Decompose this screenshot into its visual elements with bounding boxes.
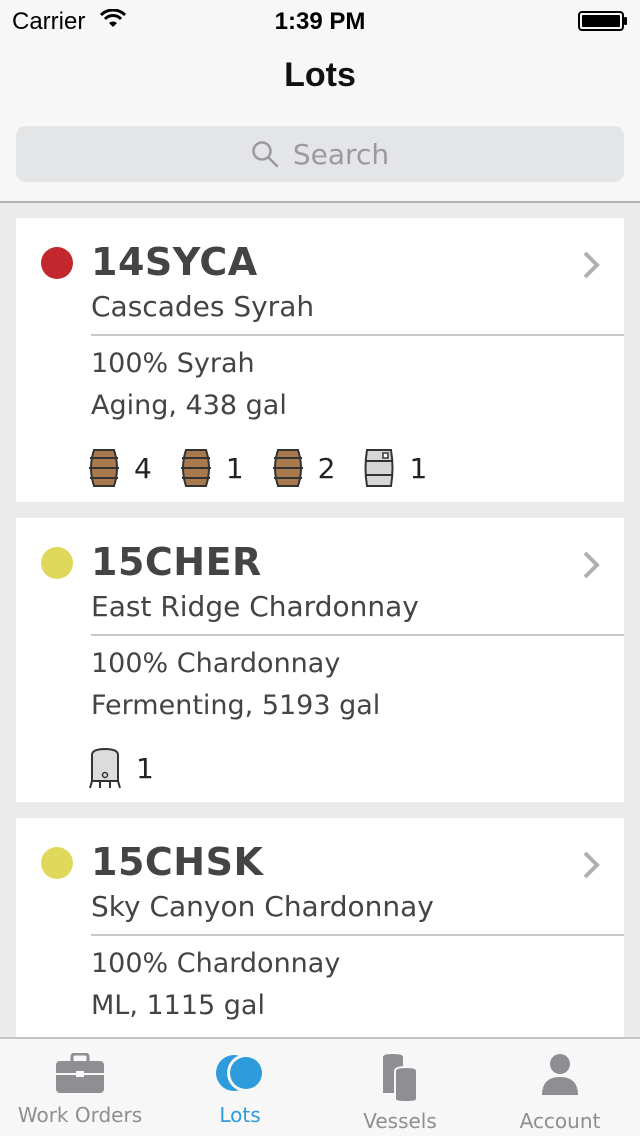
status-dot: [41, 847, 73, 879]
vessel-summary: 1: [88, 746, 182, 790]
tab-vessels[interactable]: Vessels: [320, 1039, 480, 1136]
barrel-icon: [89, 449, 119, 487]
lot-name: Cascades Syrah: [91, 290, 315, 323]
search-placeholder: Search: [292, 137, 390, 171]
lot-list[interactable]: 14SYCA Cascades Syrah 100% Syrah Aging, …: [0, 203, 640, 1037]
tab-lots[interactable]: Lots: [160, 1039, 320, 1136]
tab-label: Vessels: [363, 1109, 437, 1133]
lot-code: 15CHER: [91, 540, 262, 584]
lot-status: ML, 1115 gal: [91, 990, 265, 1021]
tab-label: Work Orders: [17, 1103, 143, 1127]
lot-composition: 100% Chardonnay: [91, 948, 341, 979]
page-title: Lots: [284, 56, 356, 94]
status-dot: [41, 247, 73, 279]
vessel-item: 1: [180, 448, 244, 488]
vessel-count: 4: [134, 451, 152, 485]
barrel-icon: [272, 449, 303, 487]
lots-icon: [216, 1054, 265, 1092]
barrel-icon: [180, 449, 211, 487]
status-time: 1:39 PM: [274, 8, 366, 35]
chevron-right-icon: [583, 551, 600, 579]
tank-icon: [89, 747, 121, 789]
vessel-count: 1: [136, 751, 154, 785]
tab-account[interactable]: Account: [480, 1039, 640, 1136]
vessel-item: 1: [88, 747, 154, 789]
search-input[interactable]: Search: [16, 126, 624, 182]
lot-composition: 100% Syrah: [91, 348, 255, 379]
tab-work-orders[interactable]: Work Orders: [0, 1039, 160, 1136]
person-icon: [542, 1054, 578, 1095]
lot-status: Fermenting, 5193 gal: [91, 690, 381, 721]
keg-icon: [364, 449, 394, 487]
divider: [91, 334, 624, 336]
vessels-icon: [383, 1054, 418, 1103]
lot-name: Sky Canyon Chardonnay: [91, 890, 434, 923]
tab-label: Lots: [219, 1103, 261, 1127]
divider: [91, 634, 624, 636]
status-dot: [41, 547, 73, 579]
chevron-right-icon: [583, 251, 600, 279]
battery-icon: [578, 11, 627, 31]
vessel-count: 1: [225, 451, 244, 485]
tab-label: Account: [519, 1109, 601, 1133]
vessel-item: 2: [272, 448, 336, 488]
navigation-bar: Lots Search: [0, 40, 640, 203]
lot-code: 14SYCA: [91, 240, 258, 284]
vessel-summary: 4 1 2 1: [88, 446, 455, 490]
briefcase-icon: [56, 1053, 104, 1093]
status-bar: Carrier 1:39 PM: [0, 0, 640, 40]
vessel-count: 2: [317, 451, 336, 485]
lot-composition: 100% Chardonnay: [91, 648, 341, 679]
lot-card[interactable]: 15CHSK Sky Canyon Chardonnay 100% Chardo…: [16, 818, 624, 1037]
lot-status: Aging, 438 gal: [91, 390, 287, 421]
search-icon: [252, 141, 279, 168]
vessel-item: 4: [88, 448, 152, 488]
lot-name: East Ridge Chardonnay: [91, 590, 419, 623]
lot-code: 15CHSK: [91, 840, 264, 884]
vessel-count: 1: [409, 451, 428, 485]
chevron-right-icon: [583, 851, 600, 879]
lot-card[interactable]: 15CHER East Ridge Chardonnay 100% Chardo…: [16, 518, 624, 802]
vessel-item: 1: [363, 448, 427, 488]
tab-bar: Work Orders Lots Vessels Account: [0, 1037, 640, 1136]
divider: [91, 934, 624, 936]
lot-card[interactable]: 14SYCA Cascades Syrah 100% Syrah Aging, …: [16, 218, 624, 502]
